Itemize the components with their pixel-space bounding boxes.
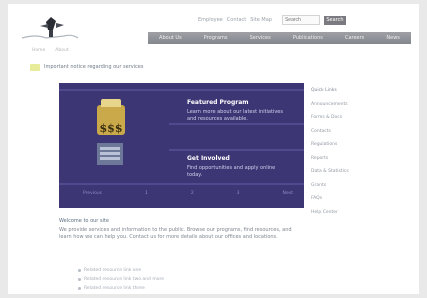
sidebar: Quick Links Announcements Forms & Docs C… (311, 84, 373, 219)
nav-item-publications[interactable]: Publications (293, 35, 323, 41)
list-item[interactable]: Related resource link one (78, 266, 278, 275)
utility-link-sitemap[interactable]: Site Map (250, 17, 272, 23)
carousel-page-2[interactable]: 2 (191, 191, 194, 196)
nav-item-careers[interactable]: Careers (345, 35, 364, 41)
hero-block-2-text: Find opportunities and apply online toda… (187, 165, 276, 178)
hero-block-1[interactable]: Featured Program Learn more about our la… (187, 99, 291, 123)
sidebar-heading: Quick Links (311, 88, 337, 93)
alert-text[interactable]: Important notice regarding our services (44, 64, 143, 70)
nav-item-news[interactable]: News (386, 35, 400, 41)
sidebar-item-forms[interactable]: Forms & Docs (311, 111, 373, 125)
bullet-icon (78, 269, 81, 272)
document-icon (97, 143, 123, 165)
building-emblem-icon: $$$ (97, 99, 125, 135)
search-input[interactable] (281, 15, 320, 25)
sidebar-item-faqs[interactable]: FAQs (311, 192, 373, 206)
hero-stripe (59, 89, 304, 91)
link-text[interactable]: Related resource link two and more (84, 277, 164, 282)
nav-item-programs[interactable]: Programs (204, 35, 228, 41)
link-text[interactable]: Related resource link three (84, 286, 145, 291)
document-line (100, 152, 120, 155)
sidebar-item-help[interactable]: Help Center (311, 206, 373, 220)
sidebar-item-data[interactable]: Data & Statistics (311, 165, 373, 179)
sidebar-item-announcements[interactable]: Announcements (311, 98, 373, 112)
utility-link-employee[interactable]: Employee (198, 17, 223, 23)
breadcrumb-about[interactable]: About (55, 48, 68, 56)
hero-block-2-title: Get Involved (187, 155, 230, 162)
document-line (100, 147, 120, 150)
utility-link-contact[interactable]: Contact (227, 17, 246, 23)
breadcrumb: Home About (32, 48, 132, 56)
bullet-icon (78, 278, 81, 281)
main-nav: About Us Programs Services Publications … (148, 32, 411, 44)
carousel-prev[interactable]: Previous (83, 191, 102, 196)
intro-title: Welcome to our site (59, 218, 109, 224)
document-line (100, 157, 120, 160)
eagle-logo-icon[interactable] (18, 12, 80, 46)
hero-stripe (169, 123, 304, 125)
page: Employee Contact Site Map Search About U… (8, 4, 419, 294)
sidebar-item-contacts[interactable]: Contacts (311, 125, 373, 139)
sidebar-item-regulations[interactable]: Regulations (311, 138, 373, 152)
intro-body: We provide services and information to t… (59, 227, 292, 241)
emblem-roof (101, 99, 121, 107)
list-item[interactable]: Related resource link two and more (78, 275, 278, 284)
hero-block-1-title: Featured Program (187, 99, 249, 106)
sidebar-item-reports[interactable]: Reports (311, 152, 373, 166)
hero-block-1-text: Learn more about our latest initiatives … (187, 109, 283, 122)
sidebar-item-grants[interactable]: Grants (311, 179, 373, 193)
hero-stripe (59, 183, 304, 185)
list-item[interactable]: Related resource link three (78, 284, 278, 293)
bullet-icon (78, 287, 81, 290)
link-text[interactable]: Related resource link one (84, 268, 141, 273)
header: Employee Contact Site Map Search About U… (8, 4, 419, 48)
notice-icon (30, 63, 40, 71)
carousel-page-3[interactable]: 3 (237, 191, 240, 196)
emblem-text: $$$ (99, 122, 123, 135)
related-links: Related resource link one Related resour… (78, 266, 278, 293)
hero-carousel[interactable]: $$$ Featured Program Learn more about ou… (59, 83, 304, 208)
nav-item-services[interactable]: Services (250, 35, 271, 41)
alert-banner: Important notice regarding our services (30, 62, 230, 72)
carousel-next[interactable]: Next (282, 191, 292, 196)
search-button[interactable]: Search (323, 15, 346, 25)
hero-block-2[interactable]: Get Involved Find opportunities and appl… (187, 155, 291, 179)
carousel-page-1[interactable]: 1 (145, 191, 148, 196)
utility-bar: Employee Contact Site Map Search (198, 14, 398, 26)
intro-section: Welcome to our site We provide services … (59, 218, 299, 242)
breadcrumb-home[interactable]: Home (32, 48, 45, 56)
nav-item-about[interactable]: About Us (159, 35, 182, 41)
carousel-pager: Previous 1 2 3 Next (83, 191, 293, 196)
hero-stripe (169, 149, 304, 151)
